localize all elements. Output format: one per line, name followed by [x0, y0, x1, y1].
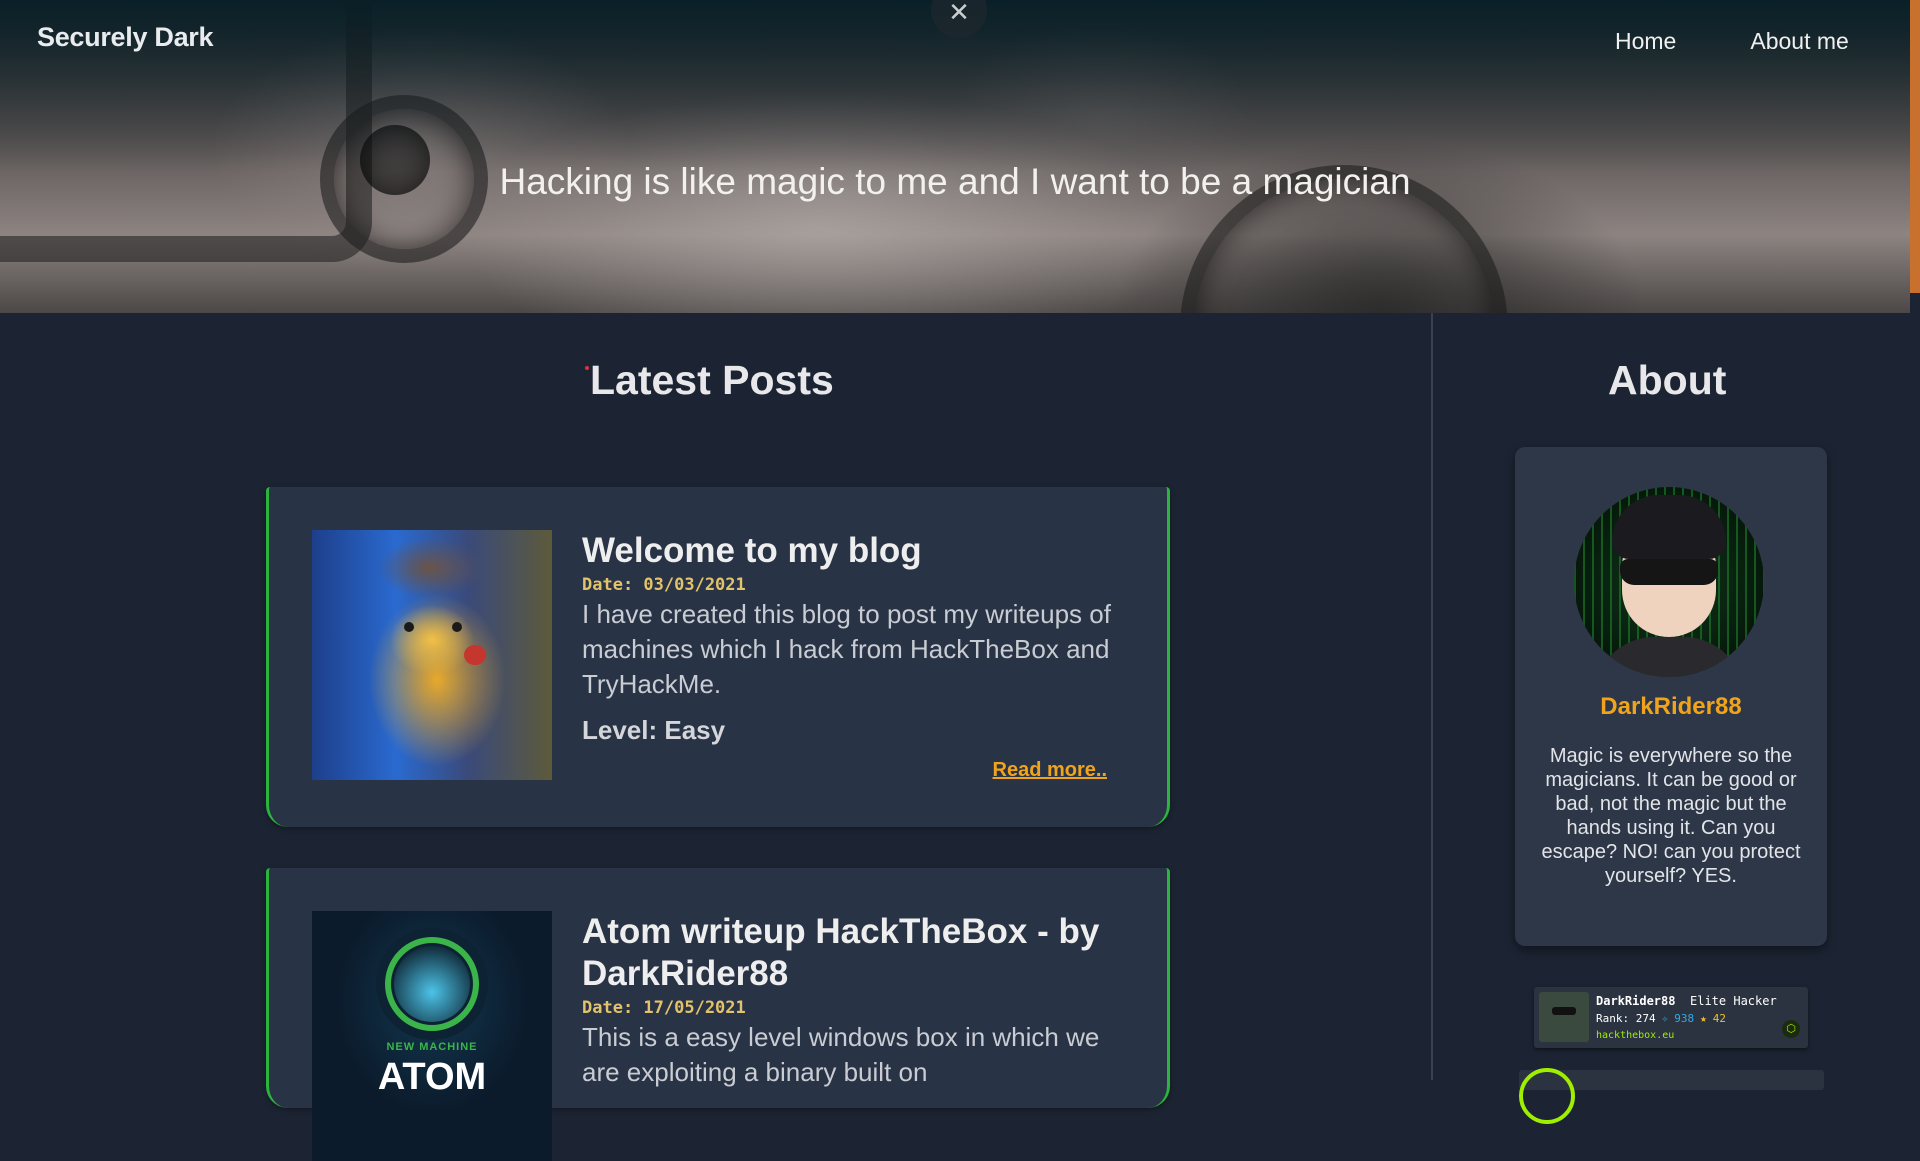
star-icon: ★ [1700, 1012, 1707, 1025]
atom-logo-icon [385, 937, 479, 1031]
main-nav: Home About me [1615, 28, 1849, 55]
read-more-link[interactable]: Read more.. [993, 759, 1107, 782]
badge-username: DarkRider88 [1596, 994, 1676, 1008]
post-card[interactable]: Welcome to my blog Date: 03/03/2021 I ha… [266, 487, 1170, 827]
badge-rank-title: Elite Hacker [1690, 994, 1777, 1008]
thumbnail-cheek [464, 645, 486, 665]
tryhackme-avatar-ring [1519, 1068, 1575, 1124]
scrollbar-accent[interactable] [1910, 0, 1920, 293]
about-heading: About [1608, 357, 1727, 403]
badge-avatar [1539, 992, 1589, 1042]
site-brand[interactable]: Securely Dark [37, 22, 214, 53]
post-card[interactable]: NEW MACHINE ATOM Atom writeup HackTheBox… [266, 868, 1170, 1161]
post-level: Level: Easy [582, 715, 726, 745]
post-thumbnail[interactable] [312, 530, 552, 780]
post-excerpt: I have created this blog to post my writ… [582, 599, 1111, 699]
about-bio: Magic is everywhere so the magicians. It… [1541, 745, 1801, 887]
post-title[interactable]: Atom writeup HackTheBox - by DarkRider88 [582, 911, 1122, 995]
avatar-body [1594, 637, 1744, 677]
avatar [1574, 487, 1764, 677]
about-username: DarkRider88 [1600, 693, 1742, 720]
thumbnail-eye [452, 622, 462, 632]
badge-respect: 42 [1712, 1012, 1726, 1025]
about-card: DarkRider88 Magic is everywhere so the m… [1515, 447, 1827, 946]
thumbnail-title: ATOM [377, 1056, 487, 1098]
post-date: Date: 17/05/2021 [582, 998, 746, 1018]
badge-points: 938 [1674, 1012, 1695, 1025]
avatar-hair [1612, 495, 1726, 559]
post-title[interactable]: Welcome to my blog [582, 530, 1122, 572]
post-date: Date: 03/03/2021 [582, 575, 746, 595]
hackthebox-cube-icon: ⬡ [1782, 1020, 1800, 1038]
close-icon: ✕ [948, 0, 970, 28]
decorative-dot [585, 366, 589, 370]
nav-about-link[interactable]: About me [1750, 28, 1848, 55]
column-divider [1431, 313, 1433, 1080]
post-thumbnail[interactable]: NEW MACHINE ATOM [312, 911, 552, 1161]
points-icon: ✧ [1661, 1012, 1669, 1025]
thumbnail-eye [404, 622, 414, 632]
hero-banner: Securely Dark Home About me ✕ Hacking is… [0, 0, 1910, 313]
badge-url[interactable]: hackthebox.eu [1596, 1030, 1674, 1041]
latest-posts-heading: Latest Posts [590, 357, 834, 403]
nav-home-link[interactable]: Home [1615, 28, 1676, 55]
thumbnail-caption: NEW MACHINE [386, 1041, 478, 1053]
hackthebox-badge[interactable]: DarkRider88 Elite Hacker Rank: 274 ✧ 938… [1534, 987, 1808, 1048]
avatar-sunglasses [1620, 559, 1718, 585]
hero-tagline: Hacking is like magic to me and I want t… [499, 161, 1411, 202]
badge-stats: Rank: 274 ✧ 938 ★ 42 [1596, 1012, 1726, 1025]
badge-rank: Rank: 274 [1596, 1012, 1656, 1025]
